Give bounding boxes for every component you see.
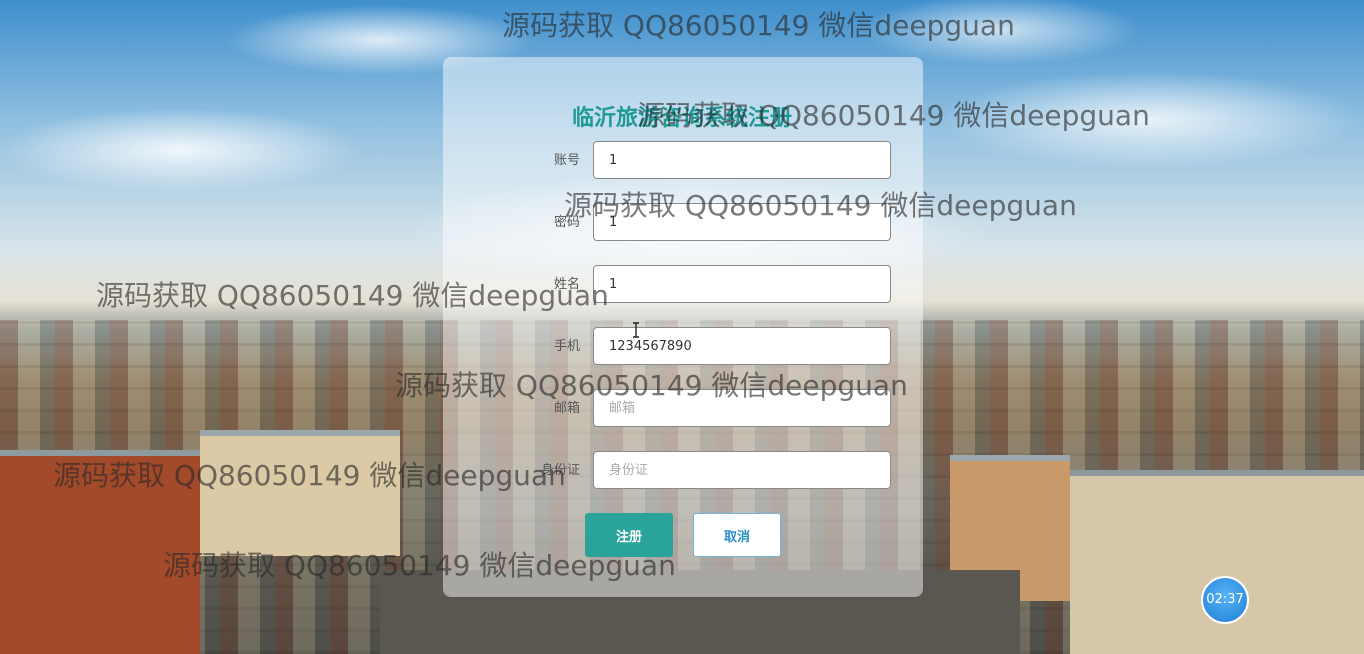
name-label: 姓名 [553, 277, 580, 292]
background-building [0, 450, 200, 654]
name-row: 姓名 [540, 265, 900, 305]
id-card-row: 身份证 [540, 451, 900, 491]
password-row: 密码 [540, 203, 900, 243]
email-row: 邮箱 [540, 389, 900, 429]
password-input[interactable] [593, 203, 891, 241]
account-input[interactable] [593, 141, 891, 179]
email-label: 邮箱 [553, 401, 580, 416]
background-building [200, 430, 400, 556]
id-card-input[interactable] [593, 451, 891, 489]
id-card-label: 身份证 [540, 463, 580, 478]
password-label: 密码 [553, 215, 580, 230]
name-input[interactable] [593, 265, 891, 303]
register-button[interactable]: 注册 [585, 513, 673, 557]
background-building [1070, 470, 1364, 654]
account-row: 账号 [540, 141, 900, 181]
text-cursor-icon [633, 322, 639, 338]
page-title: 临沂旅游咨询系统注册 [571, 106, 792, 131]
account-label: 账号 [553, 153, 580, 168]
cancel-button[interactable]: 取消 [693, 513, 781, 557]
email-input[interactable] [593, 389, 891, 427]
timer-badge[interactable]: 02:37 [1201, 576, 1249, 624]
phone-row: 手机 [540, 327, 900, 367]
phone-label: 手机 [553, 339, 580, 354]
